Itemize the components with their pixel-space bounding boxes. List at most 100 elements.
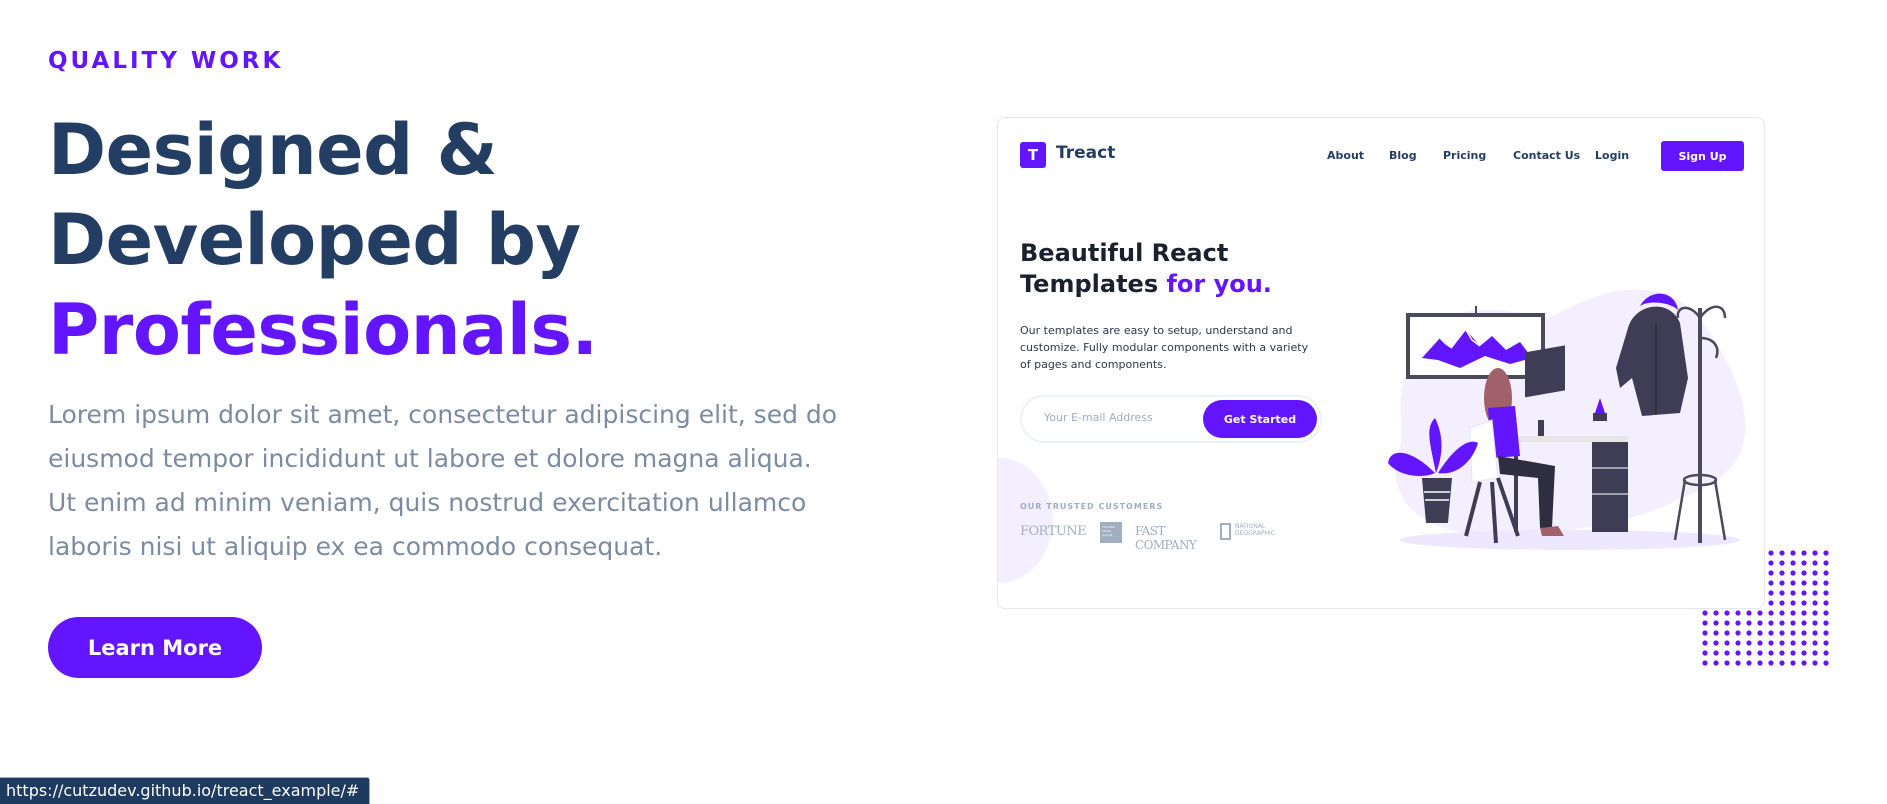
decor-dot (1812, 580, 1818, 586)
section-subheading: QUALITY WORK (48, 48, 284, 74)
natgeo-text: NATIONAL GEOGRAPHIC (1235, 523, 1275, 537)
preview-description: Our templates are easy to setup, underst… (1020, 324, 1309, 371)
decor-dot (1801, 630, 1807, 636)
decor-dot (1724, 660, 1730, 666)
decor-dot (1801, 650, 1807, 656)
fastcompany-logo: FAST COMPANY (1135, 524, 1197, 552)
decor-dot (1713, 660, 1719, 666)
decor-dot (1757, 650, 1763, 656)
decor-dot (1801, 590, 1807, 596)
decor-dot (1812, 570, 1818, 576)
decor-dot (1713, 620, 1719, 626)
decor-dot (1812, 640, 1818, 646)
decor-dot (1790, 580, 1796, 586)
decor-dot (1724, 610, 1730, 616)
decor-dot (1823, 650, 1829, 656)
preview-signup-button[interactable]: Sign Up (1661, 141, 1744, 171)
decor-dot (1768, 580, 1774, 586)
decor-dot (1779, 660, 1785, 666)
decor-dot (1768, 610, 1774, 616)
preview-hero-illustration (1388, 289, 1746, 550)
natgeo-frame-icon (1220, 523, 1231, 540)
decor-dot (1746, 650, 1752, 656)
heading-line-1: Designed & (48, 109, 498, 191)
decor-dot (1790, 660, 1796, 666)
decor-dot (1746, 630, 1752, 636)
decor-dot (1801, 570, 1807, 576)
decor-dot (1702, 640, 1708, 646)
status-bar-url: https://cutzudev.github.io/treact_exampl… (0, 777, 371, 804)
decor-dot (1812, 620, 1818, 626)
illustration-floor-shadow (1400, 530, 1740, 550)
decor-dot (1812, 600, 1818, 606)
template-preview-card[interactable]: T Treact About Blog Pricing Contact Us L… (997, 117, 1765, 609)
decor-dot (1801, 610, 1807, 616)
decor-dot (1746, 660, 1752, 666)
decor-dot (1823, 640, 1829, 646)
decor-dot (1735, 610, 1741, 616)
decor-dot (1801, 620, 1807, 626)
decor-dot (1779, 600, 1785, 606)
decor-dot (1768, 640, 1774, 646)
decor-dot (1790, 590, 1796, 596)
decor-dot (1735, 650, 1741, 656)
decor-dot (1779, 650, 1785, 656)
decor-dot (1724, 650, 1730, 656)
decor-dot (1746, 610, 1752, 616)
decor-dot (1801, 550, 1807, 556)
decor-dot (1768, 590, 1774, 596)
preview-navbar: T Treact About Blog Pricing Contact Us L… (998, 118, 1764, 192)
decor-dot (1779, 560, 1785, 566)
illustration-monitor (1525, 345, 1565, 398)
decor-dot (1812, 590, 1818, 596)
preview-get-started-button[interactable]: Get Started (1203, 400, 1317, 438)
preview-nav-login[interactable]: Login (1595, 149, 1629, 162)
decor-dot (1735, 620, 1741, 626)
hero-description: Lorem ipsum dolor sit amet, consectetur … (48, 400, 838, 561)
decor-dot (1768, 600, 1774, 606)
decor-dot (1790, 650, 1796, 656)
decor-dot (1757, 610, 1763, 616)
decor-dot (1768, 650, 1774, 656)
preview-nav-about[interactable]: About (1327, 149, 1364, 162)
decor-dot (1823, 660, 1829, 666)
decor-dot (1757, 620, 1763, 626)
decor-dot (1812, 660, 1818, 666)
preview-logo-text[interactable]: Treact (1056, 143, 1115, 163)
preview-title-accent: for you. (1166, 270, 1272, 298)
preview-customers-label: OUR TRUSTED CUSTOMERS (1020, 502, 1164, 511)
preview-email-form: Get Started (1020, 395, 1322, 443)
decor-dot (1768, 550, 1774, 556)
decor-dot (1823, 630, 1829, 636)
learn-more-button[interactable]: Learn More (48, 617, 262, 678)
decor-dot (1790, 610, 1796, 616)
decor-dot (1790, 630, 1796, 636)
preview-logo-icon[interactable]: T (1020, 142, 1046, 168)
preview-nav-pricing[interactable]: Pricing (1443, 149, 1486, 162)
decor-dot (1823, 610, 1829, 616)
preview-nav-blog[interactable]: Blog (1389, 149, 1417, 162)
decor-dot (1702, 630, 1708, 636)
decor-dot (1713, 640, 1719, 646)
decor-dot (1724, 640, 1730, 646)
wsj-logo: The Wall Street Journal (1100, 522, 1122, 543)
preview-title-line-2: Templates (1020, 270, 1159, 298)
decor-dot (1746, 620, 1752, 626)
preview-email-input[interactable] (1044, 411, 1204, 424)
natgeo-line-2: GEOGRAPHIC (1235, 530, 1275, 537)
decor-dot (1779, 640, 1785, 646)
decor-dot (1724, 630, 1730, 636)
decor-dot (1702, 610, 1708, 616)
decor-dot (1823, 620, 1829, 626)
decor-dot (1779, 610, 1785, 616)
decor-dot (1702, 660, 1708, 666)
preview-nav-contact[interactable]: Contact Us (1513, 149, 1580, 162)
decor-dot (1790, 550, 1796, 556)
decor-dot (1768, 570, 1774, 576)
fortune-logo: FORTUNE (1020, 524, 1087, 539)
decor-dot (1779, 620, 1785, 626)
natgeo-logo: NATIONAL GEOGRAPHIC (1220, 523, 1300, 543)
decor-dot (1823, 560, 1829, 566)
decor-dot (1779, 580, 1785, 586)
decor-dot (1702, 650, 1708, 656)
